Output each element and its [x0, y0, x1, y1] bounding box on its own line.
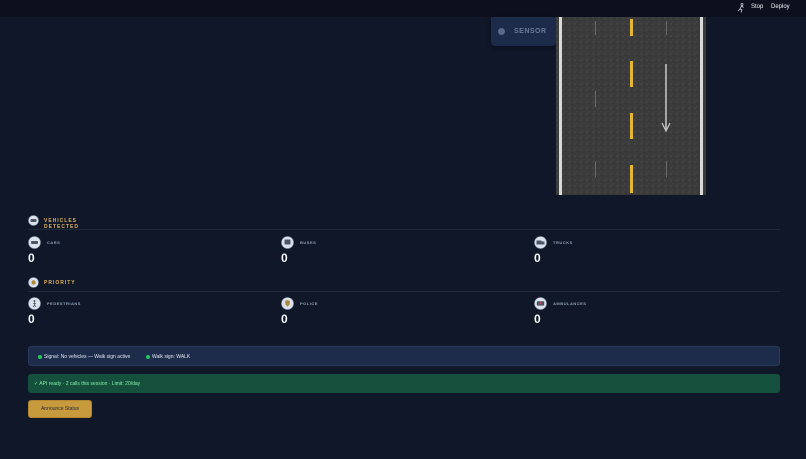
pedestrians-label: PEDESTRIANS: [47, 301, 81, 306]
buses-count: 0: [281, 251, 288, 265]
truck-icon: [534, 236, 547, 249]
ambulances-label: AMBULANCES: [553, 301, 587, 306]
pedestrians-metric: PEDESTRIANS 0: [28, 297, 248, 337]
section-divider: [28, 291, 780, 292]
ambulances-count: 0: [534, 312, 541, 326]
trucks-count: 0: [534, 251, 541, 265]
cars-count: 0: [28, 251, 35, 265]
section-divider: [28, 229, 780, 230]
police-metric: POLICE 0: [281, 297, 501, 337]
status-indicator-dot: [146, 354, 150, 359]
pedestrian-icon: [28, 297, 41, 310]
car-icon: [28, 236, 41, 249]
api-status-bar: ✓ API ready · 2 calls this session · Lim…: [28, 374, 780, 393]
cars-metric: CARS 0: [28, 236, 248, 276]
trucks-label: TRUCKS: [553, 240, 573, 245]
sensor-indicator-dot: [498, 28, 505, 35]
police-label: POLICE: [300, 301, 318, 306]
sensor-panel: SENSOR: [491, 17, 556, 46]
priority-section-icon: [28, 277, 39, 288]
buses-metric: BUSES 0: [281, 236, 501, 276]
bus-icon: [281, 236, 294, 249]
status-indicator-dot: [38, 354, 42, 359]
ambulances-metric: AMBULANCES 0: [534, 297, 754, 337]
walk-sign-status: Walk sign: WALK: [146, 354, 190, 360]
sensor-label: SENSOR: [514, 28, 547, 35]
pedestrians-count: 0: [28, 312, 35, 326]
signal-key: Signal:: [44, 354, 60, 360]
cars-label: CARS: [47, 240, 61, 245]
trucks-metric: TRUCKS 0: [534, 236, 754, 276]
announce-status-button[interactable]: Announce Status: [28, 400, 92, 418]
stop-button[interactable]: Stop: [751, 4, 763, 10]
signal-status: Signal: No vehicles — Walk sign active: [38, 354, 130, 360]
walk-sign-key: Walk sign:: [152, 354, 175, 360]
top-toolbar: Stop Deploy: [0, 0, 806, 17]
vehicle-section-icon: [28, 215, 39, 226]
priority-title: PRIORITY: [44, 280, 76, 286]
deploy-button[interactable]: Deploy: [771, 4, 790, 10]
signal-status-bar: Signal: No vehicles — Walk sign active W…: [28, 346, 780, 366]
signal-value: No vehicles — Walk sign active: [60, 354, 131, 360]
running-figure-icon: [737, 3, 744, 13]
road-visualization: [556, 17, 706, 195]
ambulance-icon: [534, 297, 547, 310]
api-status-message: ✓ API ready · 2 calls this session · Lim…: [34, 381, 141, 387]
buses-label: BUSES: [300, 240, 317, 245]
walk-sign-value: WALK: [176, 354, 191, 360]
police-count: 0: [281, 312, 288, 326]
police-icon: [281, 297, 294, 310]
